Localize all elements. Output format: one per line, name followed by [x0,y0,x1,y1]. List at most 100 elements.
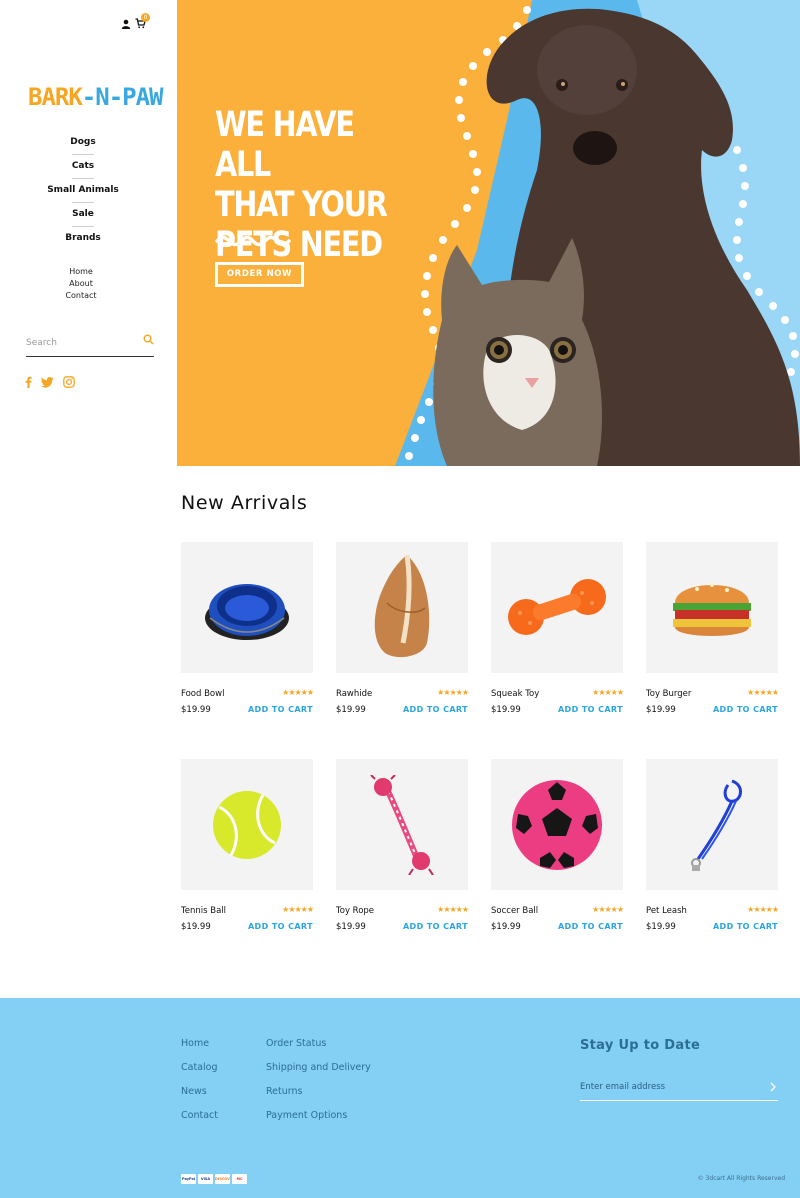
nav-sale[interactable]: Sale [0,202,166,226]
rating-stars: ★★★★★ [282,688,314,697]
twitter-icon[interactable] [41,376,54,388]
nav-dogs[interactable]: Dogs [0,130,166,154]
product-price: $19.99 [491,705,521,715]
newsletter-form [580,1074,778,1101]
nav-home[interactable]: Home [0,266,162,278]
footer-link-home[interactable]: Home [181,1038,209,1049]
product-image[interactable] [491,542,623,673]
product-image[interactable] [181,759,313,890]
instagram-icon[interactable] [63,376,75,388]
add-to-cart-button[interactable]: ADD TO CART [248,922,313,931]
copyright-text: © 3dcart All Rights Reserved [697,1175,785,1182]
add-to-cart-button[interactable]: ADD TO CART [558,922,623,931]
chevron-right-icon[interactable] [770,1082,776,1092]
discover-icon: DISCOVER [215,1174,230,1184]
product-name[interactable]: Squeak Toy [491,689,539,699]
toy-burger-image [673,582,751,636]
product-card-food-bowl[interactable]: Food Bowl ★★★★★ $19.99 ADD TO CART [181,542,314,722]
nav-brands[interactable]: Brands [0,226,166,250]
visa-icon: VISA [198,1174,213,1184]
hero-headline-line: WE HAVE ALL [215,105,355,185]
page-nav: Home About Contact [0,266,162,302]
site-footer: Home Catalog News Contact Order Status S… [0,998,800,1198]
rating-stars: ★★★★★ [747,905,779,914]
product-price: $19.99 [336,705,366,715]
rating-stars: ★★★★★ [282,905,314,914]
site-logo[interactable]: BARK-N-PAW [28,82,164,112]
add-to-cart-button[interactable]: ADD TO CART [558,705,623,714]
nav-about[interactable]: About [0,278,162,290]
hero-banner: WE HAVE ALL THAT YOUR PETS NEED ORDER NO… [177,0,800,466]
product-card-toy-burger[interactable]: Toy Burger ★★★★★ $19.99 ADD TO CART [646,542,779,722]
product-card-squeak-toy[interactable]: Squeak Toy ★★★★★ $19.99 ADD TO CART [491,542,624,722]
account-icon[interactable] [121,19,131,29]
product-name[interactable]: Rawhide [336,689,372,699]
footer-link-order-status[interactable]: Order Status [266,1038,326,1049]
product-image[interactable] [181,542,313,673]
search-input[interactable] [26,334,136,348]
footer-link-news[interactable]: News [181,1086,207,1097]
add-to-cart-button[interactable]: ADD TO CART [403,922,468,931]
product-name[interactable]: Pet Leash [646,906,687,916]
order-now-button[interactable]: ORDER NOW [215,262,304,287]
hero-headline-line: THAT YOUR [215,185,388,225]
product-name[interactable]: Soccer Ball [491,906,538,916]
pet-leash-image [691,779,742,871]
nav-small-animals[interactable]: Small Animals [0,178,166,202]
soccer-ball-image [512,779,602,870]
product-name[interactable]: Toy Rope [336,906,374,916]
email-input[interactable] [580,1078,750,1092]
product-name[interactable]: Food Bowl [181,689,224,699]
product-card-pet-leash[interactable]: Pet Leash ★★★★★ $19.99 ADD TO CART [646,759,779,939]
footer-link-returns[interactable]: Returns [266,1086,302,1097]
add-to-cart-button[interactable]: ADD TO CART [403,705,468,714]
product-image[interactable] [336,542,468,673]
add-to-cart-button[interactable]: ADD TO CART [713,922,778,931]
product-image[interactable] [491,759,623,890]
product-name[interactable]: Toy Burger [646,689,691,699]
logo-part-bark: BARK [28,83,83,111]
footer-link-catalog[interactable]: Catalog [181,1062,217,1073]
logo-part-paw: PAW [122,83,163,111]
cart-count-badge: 0 [141,13,150,22]
product-card-rawhide[interactable]: Rawhide ★★★★★ $19.99 ADD TO CART [336,542,469,722]
rawhide-image [374,554,430,657]
product-image[interactable] [646,542,778,673]
newsletter-title: Stay Up to Date [580,1038,701,1053]
logo-part-n: -N- [81,83,123,111]
footer-link-contact[interactable]: Contact [181,1110,218,1121]
squiggle-decoration [215,235,291,247]
product-name[interactable]: Tennis Ball [181,906,226,916]
add-to-cart-button[interactable]: ADD TO CART [248,705,313,714]
category-nav: Dogs Cats Small Animals Sale Brands [0,130,166,250]
footer-link-shipping[interactable]: Shipping and Delivery [266,1062,371,1073]
facebook-icon[interactable] [25,376,32,388]
cart-button[interactable]: 0 [135,13,150,30]
nav-contact[interactable]: Contact [0,290,162,302]
product-card-toy-rope[interactable]: Toy Rope ★★★★★ $19.99 ADD TO CART [336,759,469,939]
toy-rope-image [370,774,434,875]
rating-stars: ★★★★★ [747,688,779,697]
rating-stars: ★★★★★ [592,688,624,697]
tennis-ball-image [213,790,281,859]
rating-stars: ★★★★★ [592,905,624,914]
mastercard-icon: MC [232,1174,247,1184]
payment-methods: PayPal VISA DISCOVER MC [181,1174,247,1184]
product-price: $19.99 [646,705,676,715]
product-price: $19.99 [181,922,211,932]
food-bowl-image [205,583,289,640]
product-price: $19.99 [181,705,211,715]
product-card-soccer-ball[interactable]: Soccer Ball ★★★★★ $19.99 ADD TO CART [491,759,624,939]
search-icon[interactable] [143,334,154,345]
sidebar: 0 BARK-N-PAW Dogs Cats Small Animals Sal… [0,0,176,466]
footer-link-payment-options[interactable]: Payment Options [266,1110,347,1121]
product-image[interactable] [336,759,468,890]
search-box [26,330,154,357]
product-image[interactable] [646,759,778,890]
rating-stars: ★★★★★ [437,688,469,697]
product-card-tennis-ball[interactable]: Tennis Ball ★★★★★ $19.99 ADD TO CART [181,759,314,939]
paypal-icon: PayPal [181,1174,196,1184]
add-to-cart-button[interactable]: ADD TO CART [713,705,778,714]
product-price: $19.99 [491,922,521,932]
nav-cats[interactable]: Cats [0,154,166,178]
